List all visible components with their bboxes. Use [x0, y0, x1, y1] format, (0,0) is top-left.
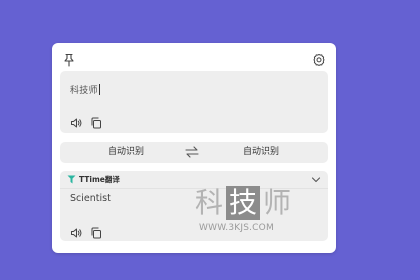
- translation-text: Scientist: [70, 193, 111, 204]
- source-text-input[interactable]: 科技师: [70, 83, 100, 96]
- target-language-select[interactable]: 自动识别: [243, 142, 279, 163]
- watermark-url: WWW.3KJS.COM: [199, 223, 274, 233]
- chevron-down-icon[interactable]: [311, 175, 321, 184]
- source-actions: [70, 117, 102, 129]
- source-language-select[interactable]: 自动识别: [108, 142, 144, 163]
- engine-name: TTime翻译: [79, 175, 120, 184]
- language-bar: 自动识别 自动识别: [60, 142, 328, 163]
- settings-icon[interactable]: [312, 53, 326, 67]
- copy-icon[interactable]: [90, 117, 102, 129]
- source-text-value: 科技师: [70, 86, 98, 96]
- watermark-char: 科: [194, 186, 223, 219]
- pin-icon[interactable]: [62, 53, 76, 67]
- engine-logo-icon: [67, 175, 76, 184]
- translator-window: 科技师 自动识别 自动识别 TTime翻译 Scientist: [52, 43, 336, 253]
- swap-icon[interactable]: [184, 145, 200, 159]
- speaker-icon[interactable]: [70, 117, 82, 129]
- speaker-icon[interactable]: [70, 227, 82, 239]
- text-caret: [98, 84, 100, 95]
- watermark-char: 技: [226, 186, 260, 220]
- copy-icon[interactable]: [90, 227, 102, 239]
- source-text-panel[interactable]: 科技师: [60, 71, 328, 133]
- watermark-char: 师: [262, 186, 291, 219]
- watermark: 科 技 师 WWW.3KJS.COM: [192, 186, 294, 233]
- watermark-chars: 科 技 师: [192, 186, 294, 220]
- result-actions: [70, 227, 102, 239]
